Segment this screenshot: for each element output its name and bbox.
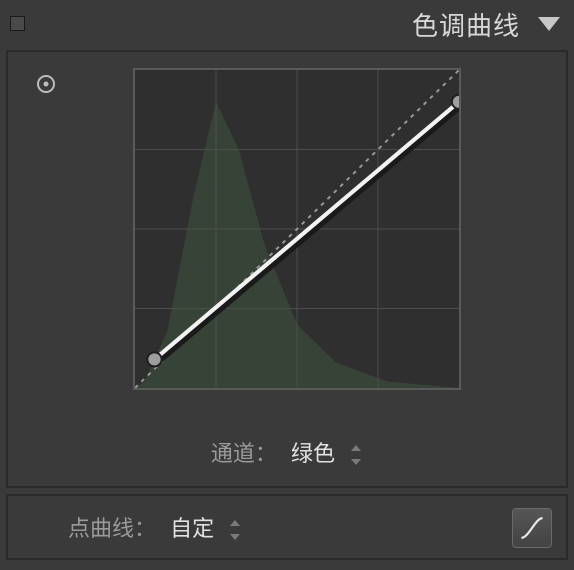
panel-title: 色调曲线 [412, 6, 520, 43]
panel-toggle[interactable] [10, 16, 25, 31]
point-curve-value[interactable]: 自定 [170, 516, 214, 541]
tone-curve-area: 通道： 绿色 [6, 50, 568, 488]
chevron-down-icon[interactable] [230, 534, 240, 540]
chevron-up-icon[interactable] [351, 445, 361, 451]
target-adjustment-icon[interactable] [36, 74, 56, 94]
channel-row: 通道： 绿色 [8, 436, 566, 468]
point-curve-stepper[interactable] [230, 520, 242, 540]
point-curve-label: 点曲线： [68, 516, 156, 541]
curve-graph[interactable] [133, 68, 461, 390]
channel-label: 通道： [211, 441, 277, 466]
channel-value[interactable]: 绿色 [291, 441, 335, 466]
chevron-down-icon[interactable] [538, 17, 560, 31]
chevron-down-icon[interactable] [351, 459, 361, 465]
curve-icon [519, 515, 545, 541]
chevron-up-icon[interactable] [230, 520, 240, 526]
panel-header[interactable]: 色调曲线 [0, 0, 574, 48]
curve-point-highlight[interactable] [452, 95, 459, 109]
channel-stepper[interactable] [351, 445, 363, 465]
curve-point-shadow[interactable] [147, 352, 161, 366]
edit-point-curve-button[interactable] [512, 508, 552, 548]
point-curve-row: 点曲线： 自定 [6, 494, 568, 560]
